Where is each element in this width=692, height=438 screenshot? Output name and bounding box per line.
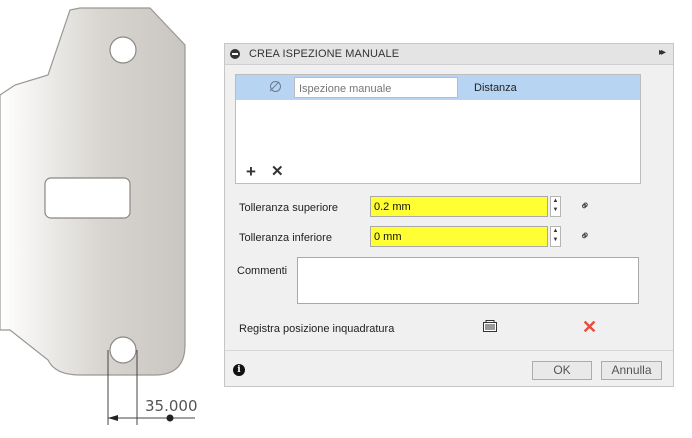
inspection-list: Distanza + ✕	[235, 74, 641, 184]
link-icon[interactable]: ⚭	[576, 226, 595, 245]
delete-icon[interactable]: ✕	[271, 164, 284, 179]
inspection-type: Distanza	[474, 82, 517, 94]
comments-field[interactable]	[297, 257, 639, 304]
inspection-name-input[interactable]	[294, 77, 458, 98]
link-icon[interactable]: ⚭	[576, 196, 595, 215]
lower-tolerance-input[interactable]: 0 mm	[370, 226, 548, 247]
dialog-titlebar: CREA ISPEZIONE MANUALE ▸▸	[225, 44, 673, 65]
slot	[44, 177, 131, 219]
comments-label: Commenti	[237, 265, 288, 277]
expand-icon[interactable]: ▸▸	[659, 47, 666, 58]
dimension-label[interactable]: 35.000	[145, 397, 198, 415]
model-viewport[interactable]: 35.000	[0, 0, 222, 438]
add-icon[interactable]: +	[246, 163, 256, 180]
clear-view-icon[interactable]: ✕	[582, 318, 597, 336]
diameter-icon	[270, 81, 281, 92]
ok-button[interactable]: OK	[532, 361, 592, 380]
upper-tolerance-spinner[interactable]: ▲ ▼	[550, 196, 561, 217]
dialog-title: CREA ISPEZIONE MANUALE	[249, 48, 400, 60]
info-icon[interactable]: i	[233, 364, 245, 376]
capture-view-icon[interactable]	[483, 320, 497, 332]
part-drawing	[0, 7, 195, 425]
top-hole	[109, 36, 137, 64]
bottom-hole	[109, 336, 137, 364]
record-view-label: Registra posizione inquadratura	[239, 323, 395, 335]
cancel-button[interactable]: Annulla	[601, 361, 662, 380]
lower-tolerance-spinner[interactable]: ▲ ▼	[550, 226, 561, 247]
upper-tolerance-input[interactable]: 0.2 mm	[370, 196, 548, 217]
lower-tolerance-label: Tolleranza inferiore	[239, 232, 332, 244]
manual-inspection-dialog: CREA ISPEZIONE MANUALE ▸▸ Distanza + ✕ T…	[224, 43, 674, 387]
collapse-icon[interactable]	[230, 49, 240, 59]
upper-tolerance-label: Tolleranza superiore	[239, 202, 339, 214]
dialog-footer: i OK Annulla	[225, 350, 673, 388]
list-item[interactable]: Distanza	[236, 75, 640, 100]
